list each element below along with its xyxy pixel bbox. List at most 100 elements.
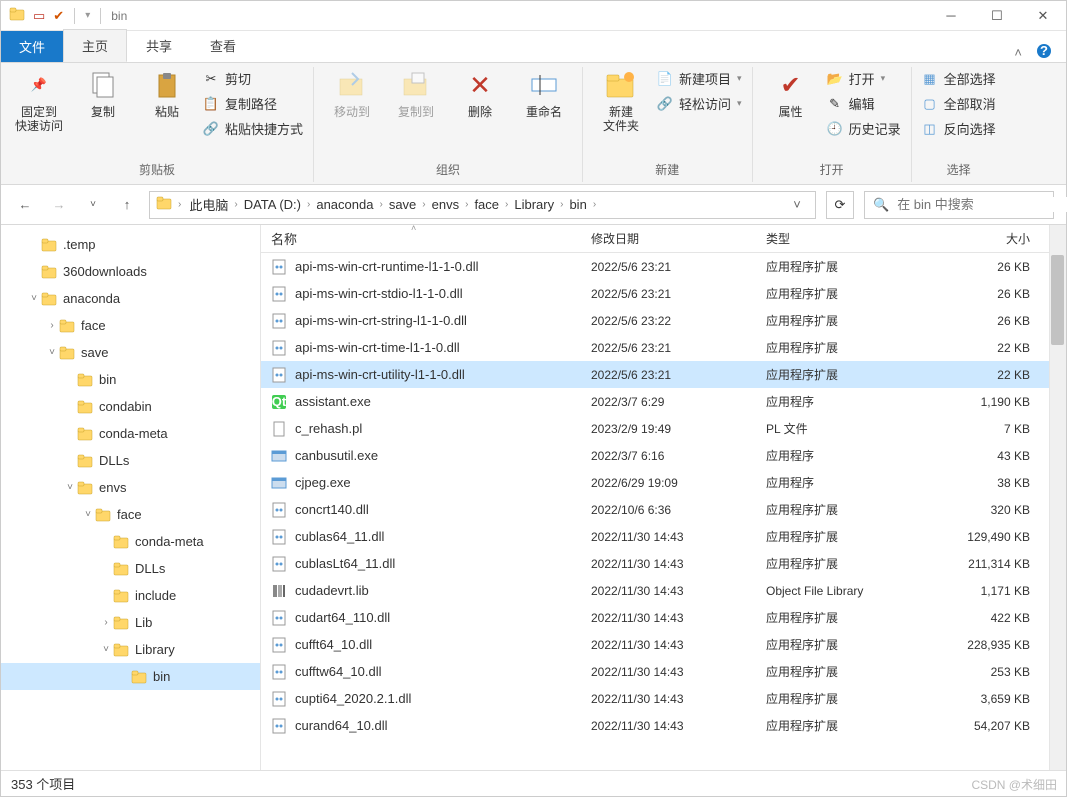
tab-share[interactable]: 共享: [127, 29, 191, 62]
forward-button[interactable]: →: [47, 193, 71, 217]
chevron-right-icon[interactable]: ›: [461, 199, 472, 210]
search-box[interactable]: 🔍: [864, 191, 1054, 219]
new-item-button[interactable]: 📄新建项目 ▾: [657, 69, 742, 88]
refresh-button[interactable]: ⟳: [826, 191, 854, 219]
rename-button[interactable]: 重命名: [516, 67, 572, 121]
tree-node[interactable]: DLLs: [1, 555, 260, 582]
file-row[interactable]: cudart64_110.dll2022/11/30 14:43应用程序扩展42…: [261, 604, 1066, 631]
tree-node[interactable]: bin: [1, 663, 260, 690]
new-folder-button[interactable]: 新建 文件夹: [593, 67, 649, 135]
file-row[interactable]: Qtassistant.exe2022/3/7 6:29应用程序1,190 KB: [261, 388, 1066, 415]
help-icon[interactable]: ?: [1036, 43, 1052, 62]
up-button[interactable]: ↑: [115, 193, 139, 217]
invert-selection-button[interactable]: ◫反向选择: [922, 119, 996, 138]
scrollbar[interactable]: [1049, 225, 1066, 770]
column-type[interactable]: 类型: [756, 230, 911, 247]
copy-to-button[interactable]: 复制到: [388, 67, 444, 121]
paste-shortcut-button[interactable]: 🔗粘贴快捷方式: [203, 119, 303, 138]
column-date[interactable]: 修改日期: [581, 230, 756, 247]
pin-to-quick-access-button[interactable]: 📌固定到 快速访问: [11, 67, 67, 135]
tree-twisty-icon[interactable]: ˅: [27, 293, 41, 304]
tree-node[interactable]: include: [1, 582, 260, 609]
tree-twisty-icon[interactable]: ›: [45, 320, 59, 331]
file-row[interactable]: concrt140.dll2022/10/6 6:36应用程序扩展320 KB: [261, 496, 1066, 523]
history-button[interactable]: 🕘历史记录: [827, 119, 901, 138]
chevron-right-icon[interactable]: ›: [501, 199, 512, 210]
copy-path-button[interactable]: 📋复制路径: [203, 94, 303, 113]
tree-node[interactable]: .temp: [1, 231, 260, 258]
chevron-right-icon[interactable]: ›: [230, 199, 241, 210]
chevron-right-icon[interactable]: ›: [303, 199, 314, 210]
file-row[interactable]: curand64_10.dll2022/11/30 14:43应用程序扩展54,…: [261, 712, 1066, 739]
paste-button[interactable]: 粘贴: [139, 67, 195, 121]
back-button[interactable]: ←: [13, 193, 37, 217]
tab-view[interactable]: 查看: [191, 29, 255, 62]
navigation-pane[interactable]: .temp360downloads˅anaconda›face˅savebinc…: [1, 225, 261, 770]
breadcrumb-segment[interactable]: 此电脑: [187, 195, 230, 214]
tab-home[interactable]: 主页: [63, 29, 127, 62]
breadcrumb-segment[interactable]: save: [387, 197, 418, 212]
tree-twisty-icon[interactable]: ›: [99, 617, 113, 628]
file-row[interactable]: cublasLt64_11.dll2022/11/30 14:43应用程序扩展2…: [261, 550, 1066, 577]
tree-node[interactable]: ˅envs: [1, 474, 260, 501]
file-list[interactable]: api-ms-win-crt-runtime-l1-1-0.dll2022/5/…: [261, 253, 1066, 770]
file-row[interactable]: canbusutil.exe2022/3/7 6:16应用程序43 KB: [261, 442, 1066, 469]
maximize-button[interactable]: ☐: [974, 1, 1020, 31]
breadcrumb-segment[interactable]: DATA (D:): [242, 197, 303, 212]
qat-dropdown-icon[interactable]: ▾: [85, 10, 90, 21]
chevron-right-icon[interactable]: ›: [556, 199, 567, 210]
open-button[interactable]: 📂打开 ▾: [827, 69, 901, 88]
file-row[interactable]: api-ms-win-crt-time-l1-1-0.dll2022/5/6 2…: [261, 334, 1066, 361]
tree-node[interactable]: condabin: [1, 393, 260, 420]
search-input[interactable]: [897, 197, 1067, 212]
tab-file[interactable]: 文件: [1, 31, 63, 62]
file-row[interactable]: api-ms-win-crt-utility-l1-1-0.dll2022/5/…: [261, 361, 1066, 388]
file-row[interactable]: api-ms-win-crt-stdio-l1-1-0.dll2022/5/6 …: [261, 280, 1066, 307]
chevron-right-icon[interactable]: ›: [589, 199, 600, 210]
file-row[interactable]: cupti64_2020.2.1.dll2022/11/30 14:43应用程序…: [261, 685, 1066, 712]
qat-save-icon[interactable]: ▭: [33, 8, 45, 24]
file-row[interactable]: c_rehash.pl2023/2/9 19:49PL 文件7 KB: [261, 415, 1066, 442]
file-row[interactable]: cufft64_10.dll2022/11/30 14:43应用程序扩展228,…: [261, 631, 1066, 658]
qat-check-icon[interactable]: ✔: [53, 8, 64, 24]
tree-twisty-icon[interactable]: ˅: [63, 482, 77, 493]
chevron-right-icon[interactable]: ›: [418, 199, 429, 210]
delete-button[interactable]: ✕删除: [452, 67, 508, 121]
tree-node[interactable]: conda-meta: [1, 420, 260, 447]
breadcrumb[interactable]: › 此电脑›DATA (D:)›anaconda›save›envs›face›…: [149, 191, 816, 219]
path-dropdown-icon[interactable]: ˅: [785, 197, 809, 212]
cut-button[interactable]: ✂剪切: [203, 69, 303, 88]
column-name[interactable]: 名称˄: [261, 229, 581, 248]
tree-twisty-icon[interactable]: ˅: [99, 644, 113, 655]
tree-node[interactable]: DLLs: [1, 447, 260, 474]
tree-node[interactable]: conda-meta: [1, 528, 260, 555]
breadcrumb-segment[interactable]: face: [472, 197, 501, 212]
close-button[interactable]: ✕: [1020, 1, 1066, 31]
tree-node[interactable]: bin: [1, 366, 260, 393]
breadcrumb-segment[interactable]: Library: [512, 197, 556, 212]
tree-node[interactable]: 360downloads: [1, 258, 260, 285]
file-row[interactable]: cjpeg.exe2022/6/29 19:09应用程序38 KB: [261, 469, 1066, 496]
file-row[interactable]: api-ms-win-crt-string-l1-1-0.dll2022/5/6…: [261, 307, 1066, 334]
breadcrumb-segment[interactable]: anaconda: [314, 197, 375, 212]
ribbon-collapse-icon[interactable]: ˄: [1014, 45, 1022, 60]
minimize-button[interactable]: ─: [928, 1, 974, 31]
file-row[interactable]: cudadevrt.lib2022/11/30 14:43Object File…: [261, 577, 1066, 604]
chevron-right-icon[interactable]: ›: [375, 199, 386, 210]
recent-locations-button[interactable]: ˅: [81, 193, 105, 217]
tree-node[interactable]: ˅save: [1, 339, 260, 366]
tree-node[interactable]: ˅anaconda: [1, 285, 260, 312]
scrollbar-thumb[interactable]: [1051, 255, 1064, 345]
tree-node[interactable]: ˅face: [1, 501, 260, 528]
tree-node[interactable]: ›Lib: [1, 609, 260, 636]
file-row[interactable]: api-ms-win-crt-runtime-l1-1-0.dll2022/5/…: [261, 253, 1066, 280]
tree-node[interactable]: ›face: [1, 312, 260, 339]
easy-access-button[interactable]: 🔗轻松访问 ▾: [657, 94, 742, 113]
properties-button[interactable]: ✔属性: [763, 67, 819, 121]
move-to-button[interactable]: 移动到: [324, 67, 380, 121]
tree-twisty-icon[interactable]: ˅: [81, 509, 95, 520]
file-row[interactable]: cublas64_11.dll2022/11/30 14:43应用程序扩展129…: [261, 523, 1066, 550]
file-row[interactable]: cufftw64_10.dll2022/11/30 14:43应用程序扩展253…: [261, 658, 1066, 685]
copy-button[interactable]: 复制: [75, 67, 131, 121]
edit-button[interactable]: ✎编辑: [827, 94, 901, 113]
